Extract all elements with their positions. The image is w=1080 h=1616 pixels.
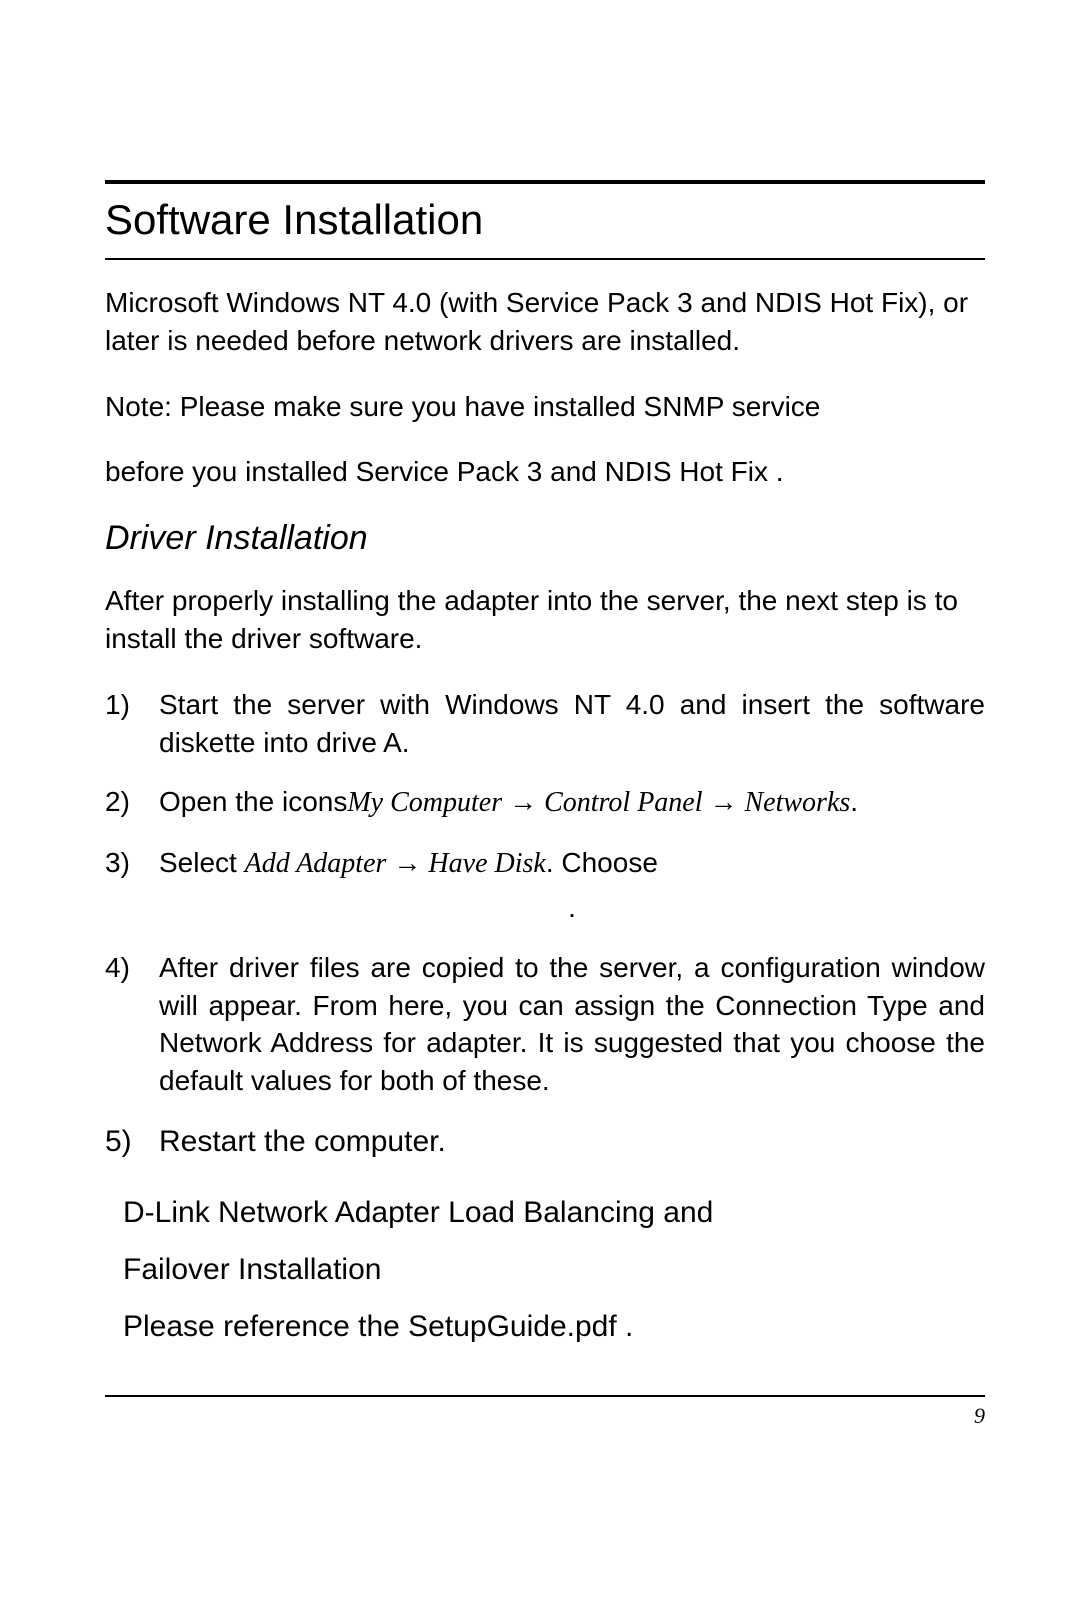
step-text: After driver files are copied to the ser… [159, 949, 985, 1100]
step-3-path: Add Adapter → Have Disk [245, 848, 546, 879]
step-text: Select Add Adapter → Have Disk. Choose . [159, 844, 985, 927]
intro-paragraph-1: Microsoft Windows NT 4.0 (with Service P… [105, 284, 985, 360]
step-text: Open the iconsMy Computer → Control Pane… [159, 783, 985, 822]
step-3-trailing-dot: . [159, 889, 985, 927]
step-2-suffix: . [850, 786, 858, 817]
step-5: 5) Restart the computer. [105, 1122, 985, 1163]
step-3: 3) Select Add Adapter → Have Disk. Choos… [105, 844, 985, 927]
step-3-choose: . Choose [546, 847, 658, 878]
step-2: 2) Open the iconsMy Computer → Control P… [105, 783, 985, 822]
step-text: Restart the computer. [159, 1122, 985, 1163]
step-text: Start the server with Windows NT 4.0 and… [159, 686, 985, 762]
closing-line-1: D-Link Network Adapter Load Balancing an… [123, 1184, 985, 1241]
document-page: Software Installation Microsoft Windows … [0, 0, 1080, 1429]
intro-paragraph-2: Note: Please make sure you have installe… [105, 388, 985, 426]
rule-footer [105, 1395, 985, 1397]
rule-top [105, 180, 985, 184]
step-number: 2) [105, 783, 159, 822]
step-3-prefix: Select [159, 847, 245, 878]
rule-under-title [105, 258, 985, 260]
step-number: 5) [105, 1122, 159, 1163]
page-title: Software Installation [105, 192, 985, 248]
step-number: 1) [105, 686, 159, 762]
step-1: 1) Start the server with Windows NT 4.0 … [105, 686, 985, 762]
step-number: 3) [105, 844, 159, 927]
step-number: 4) [105, 949, 159, 1100]
section-heading-driver-installation: Driver Installation [105, 519, 985, 558]
closing-line-3: Please reference the SetupGuide.pdf . [123, 1298, 985, 1355]
step-2-path: My Computer → Control Panel → Networks [347, 787, 850, 818]
step-2-prefix: Open the icons [159, 786, 347, 817]
page-number: 9 [105, 1403, 985, 1429]
intro-paragraph-3: before you installed Service Pack 3 and … [105, 453, 985, 491]
steps-list: 1) Start the server with Windows NT 4.0 … [105, 686, 985, 1163]
closing-block: D-Link Network Adapter Load Balancing an… [123, 1184, 985, 1355]
step-4: 4) After driver files are copied to the … [105, 949, 985, 1100]
driver-intro: After properly installing the adapter in… [105, 582, 985, 658]
closing-line-2: Failover Installation [123, 1241, 985, 1298]
